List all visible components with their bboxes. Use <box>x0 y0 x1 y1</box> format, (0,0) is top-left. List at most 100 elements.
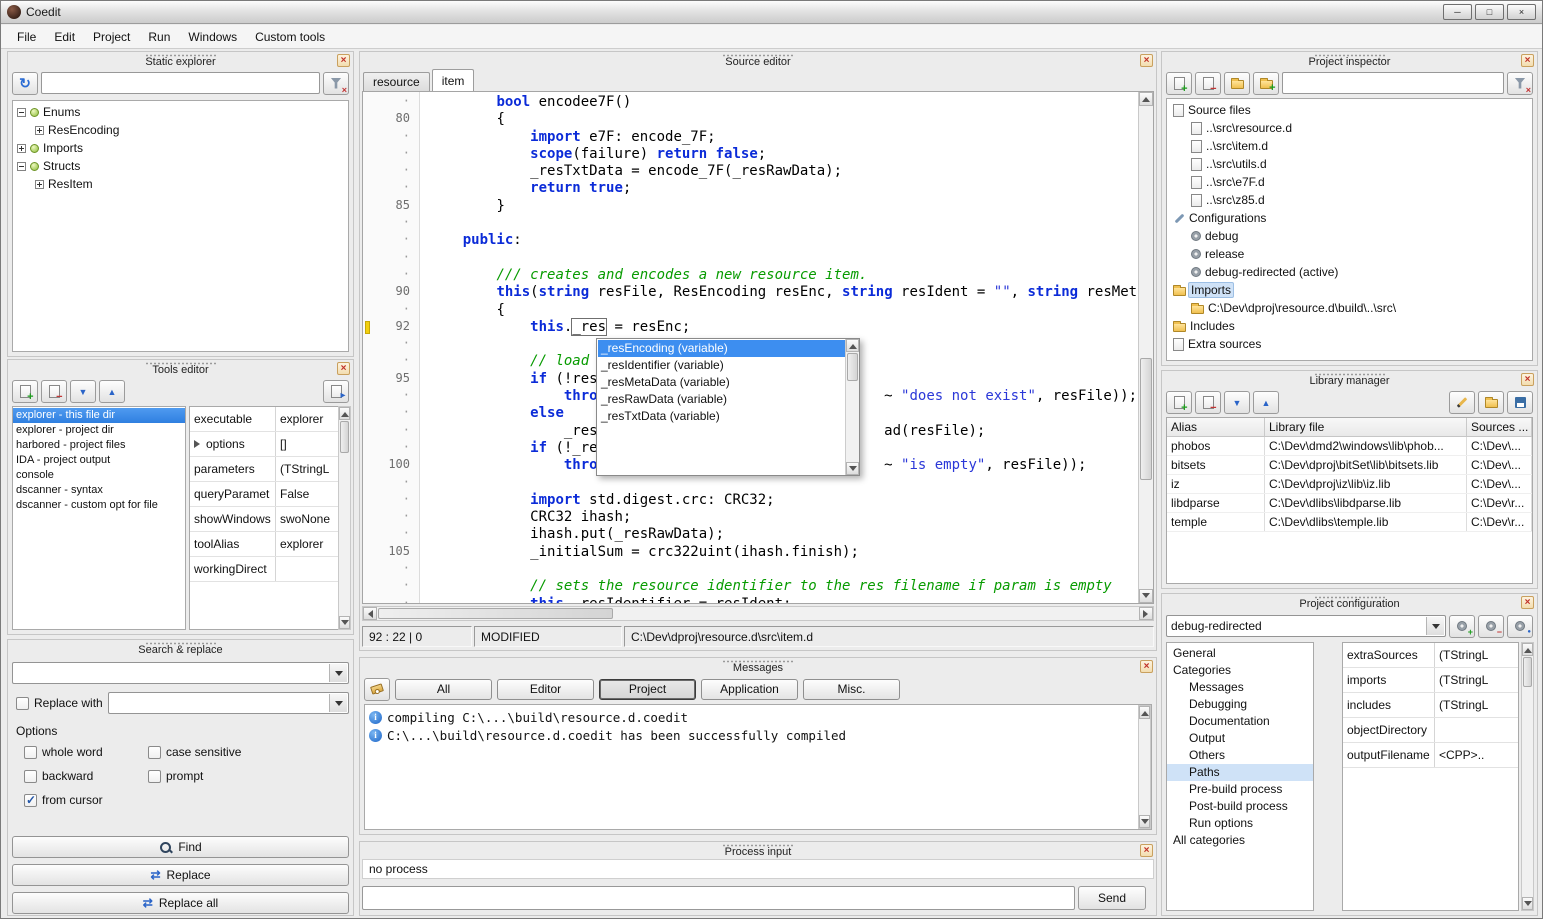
property-row-parameters[interactable]: parameters(TStringL <box>190 457 340 482</box>
send-button[interactable]: Send <box>1078 886 1146 910</box>
run-tool-button[interactable] <box>323 380 349 403</box>
property-row-executable[interactable]: executableexplorer <box>190 407 340 432</box>
scroll-down-button[interactable] <box>1139 589 1153 603</box>
clone-configuration-button[interactable] <box>1507 615 1533 638</box>
code-line[interactable]: ihash.put(_resRawData); <box>429 526 1138 543</box>
filter-editor-button[interactable]: Editor <box>497 679 594 700</box>
close-button[interactable]: × <box>1507 4 1536 20</box>
editor-vertical-scrollbar[interactable] <box>1138 92 1153 603</box>
library-row-temple[interactable]: templeC:\Dev\dlibs\temple.libC:\Dev\r... <box>1167 513 1532 532</box>
completion-item-resencoding-variable[interactable]: _resEncoding (variable) <box>598 340 845 357</box>
move-library-up-button[interactable] <box>1253 391 1279 414</box>
code-line[interactable]: public: <box>429 232 1138 249</box>
checkbox-box[interactable] <box>148 770 161 783</box>
remove-library-button[interactable] <box>1195 391 1221 414</box>
property-value[interactable] <box>1435 718 1518 742</box>
symbol-imports[interactable]: Imports <box>13 139 348 157</box>
close-panel-button[interactable] <box>1521 54 1534 67</box>
editor-tab-resource[interactable]: resource <box>363 72 430 91</box>
clear-filter-button[interactable]: × <box>323 72 349 95</box>
category-debugging[interactable]: Debugging <box>1167 696 1313 713</box>
completion-item-residentifier-variable[interactable]: _resIdentifier (variable) <box>598 357 845 374</box>
code-line[interactable]: return true; <box>429 180 1138 197</box>
filter-misc-button[interactable]: Misc. <box>803 679 900 700</box>
checkbox-box[interactable] <box>24 746 37 759</box>
category-paths[interactable]: Paths <box>1167 764 1313 781</box>
code-line[interactable]: _initialSum = crc322uint(ihash.finish); <box>429 544 1138 561</box>
checkbox-box[interactable] <box>16 697 29 710</box>
expand-icon[interactable] <box>35 126 44 135</box>
minimize-button[interactable]: ─ <box>1443 4 1472 20</box>
category-post-build-process[interactable]: Post-build process <box>1167 798 1313 815</box>
message-row[interactable]: C:\...\build\resource.d.coedit has been … <box>365 726 1151 744</box>
add-source-button[interactable] <box>1166 72 1192 95</box>
remove-source-button[interactable] <box>1195 72 1221 95</box>
library-row-libdparse[interactable]: libdparseC:\Dev\dlibs\libdparse.libC:\De… <box>1167 494 1532 513</box>
open-folder-button[interactable] <box>1224 72 1250 95</box>
inspector-src-e7f-d[interactable]: ..\src\e7F.d <box>1167 173 1532 191</box>
panel-header[interactable]: Project inspector <box>1162 52 1537 68</box>
panel-header[interactable]: Project configuration <box>1162 594 1537 610</box>
category-run-options[interactable]: Run options <box>1167 815 1313 832</box>
inspector-filter-input[interactable] <box>1282 72 1504 94</box>
code-line[interactable]: this._res = resEnc; <box>429 319 1138 336</box>
scroll-up-button[interactable] <box>339 407 350 420</box>
code-line[interactable] <box>429 475 1138 492</box>
option-prompt[interactable]: prompt <box>148 764 272 788</box>
scrollbar-thumb[interactable] <box>1140 358 1152 481</box>
inspector-src-z85-d[interactable]: ..\src\z85.d <box>1167 191 1532 209</box>
property-value[interactable] <box>276 557 340 581</box>
save-library-button[interactable] <box>1507 391 1533 414</box>
code-line[interactable]: { <box>429 111 1138 128</box>
code-line[interactable]: this._resIdentifier = resIdent; <box>429 596 1138 603</box>
move-tool-up-button[interactable] <box>99 380 125 403</box>
tool-item-dscanner-syntax[interactable]: dscanner - syntax <box>13 483 185 498</box>
scroll-down-button[interactable] <box>339 616 350 629</box>
close-panel-button[interactable] <box>1521 596 1534 609</box>
option-from-cursor[interactable]: from cursor <box>24 788 148 812</box>
code-line[interactable]: /// creates and encodes a new resource i… <box>429 267 1138 284</box>
scroll-down-button[interactable] <box>846 462 859 475</box>
tool-item-explorer-project-dir[interactable]: explorer - project dir <box>13 423 185 438</box>
close-panel-button[interactable] <box>1140 844 1153 857</box>
scrollbar-thumb[interactable] <box>1523 657 1532 687</box>
property-value[interactable]: (TStringL <box>1435 693 1518 717</box>
code-line[interactable]: this(string resFile, ResEncoding resEnc,… <box>429 284 1138 301</box>
inspector-includes[interactable]: Includes <box>1167 317 1532 335</box>
code-line[interactable]: scope(failure) return false; <box>429 146 1138 163</box>
property-row-imports[interactable]: imports(TStringL <box>1343 668 1518 693</box>
open-library-button[interactable] <box>1478 391 1504 414</box>
code-line[interactable] <box>429 250 1138 267</box>
property-value[interactable]: [] <box>276 432 340 456</box>
configuration-scrollbar[interactable] <box>1521 642 1534 911</box>
add-library-button[interactable] <box>1166 391 1192 414</box>
inspector-c-dev-dproj-resource-d-build-src[interactable]: C:\Dev\dproj\resource.d\build\..\src\ <box>1167 299 1532 317</box>
message-row[interactable]: compiling C:\...\build\resource.d.coedit <box>365 708 1151 726</box>
symbol-filter-input[interactable] <box>41 72 320 94</box>
code-line[interactable]: } <box>429 198 1138 215</box>
property-value[interactable]: (TStringL <box>1435 668 1518 692</box>
close-panel-button[interactable] <box>337 54 350 67</box>
tool-item-ida-project-output[interactable]: IDA - project output <box>13 453 185 468</box>
remove-tool-button[interactable] <box>41 380 67 403</box>
popup-scrollbar[interactable] <box>845 339 859 475</box>
scrollbar-thumb[interactable] <box>378 608 613 619</box>
menu-edit[interactable]: Edit <box>46 27 83 47</box>
menu-file[interactable]: File <box>9 27 44 47</box>
scroll-right-button[interactable] <box>1139 607 1153 620</box>
scroll-up-button[interactable] <box>1139 92 1153 106</box>
maximize-button[interactable]: □ <box>1475 4 1504 20</box>
inspector-imports[interactable]: Imports <box>1167 281 1532 299</box>
inspector-debug-redirected-active[interactable]: debug-redirected (active) <box>1167 263 1532 281</box>
dropdown-button[interactable] <box>329 664 347 682</box>
code-line[interactable] <box>429 561 1138 578</box>
checkbox-box[interactable] <box>148 746 161 759</box>
completion-item-resrawdata-variable[interactable]: _resRawData (variable) <box>598 391 845 408</box>
scrollbar-thumb[interactable] <box>340 421 349 453</box>
close-panel-button[interactable] <box>1140 660 1153 673</box>
property-row-options[interactable]: options[] <box>190 432 340 457</box>
symbol-enums[interactable]: Enums <box>13 103 348 121</box>
dropdown-button[interactable] <box>329 694 347 712</box>
property-value[interactable]: (TStringL <box>276 457 340 481</box>
property-row-workingdirect[interactable]: workingDirect <box>190 557 340 582</box>
